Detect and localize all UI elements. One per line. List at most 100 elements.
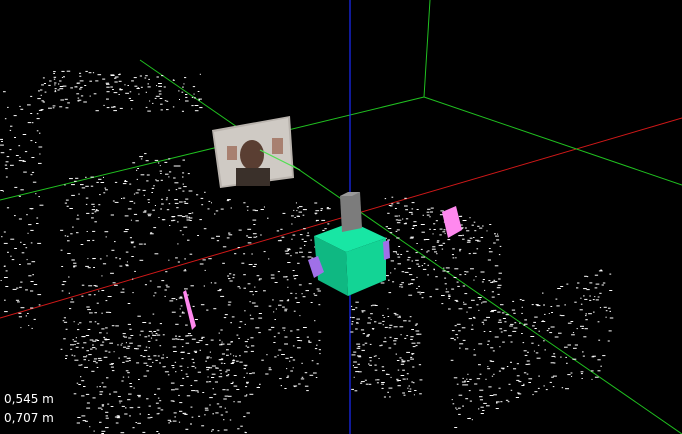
point-cloud-point — [165, 284, 168, 286]
point-cloud-point — [584, 275, 588, 277]
point-cloud-point — [190, 423, 192, 425]
point-cloud-point — [119, 265, 123, 267]
point-cloud-point — [407, 256, 411, 258]
point-cloud-point — [76, 422, 80, 424]
point-cloud-point — [497, 321, 502, 323]
point-cloud-point — [229, 419, 232, 421]
point-cloud-point — [60, 249, 63, 251]
point-cloud-point — [311, 360, 314, 362]
point-cloud-point — [239, 321, 243, 323]
point-cloud-point — [80, 364, 83, 366]
point-cloud-point — [75, 177, 79, 179]
point-cloud-point — [215, 210, 219, 212]
point-cloud-point — [583, 295, 585, 297]
point-cloud-point — [30, 242, 33, 244]
3d-point-cloud-viewport[interactable] — [0, 0, 682, 434]
point-cloud-point — [416, 333, 419, 335]
point-cloud-point — [223, 398, 227, 400]
point-cloud-point — [154, 253, 159, 255]
point-cloud-point — [487, 340, 490, 342]
point-cloud-point — [24, 151, 28, 153]
point-cloud-point — [125, 407, 127, 409]
point-cloud-point — [552, 375, 557, 377]
point-cloud-point — [124, 180, 127, 181]
point-cloud-point — [110, 86, 113, 88]
point-cloud-point — [477, 297, 482, 298]
point-cloud-point — [534, 391, 538, 393]
point-cloud-point — [212, 388, 214, 390]
point-cloud-point — [101, 405, 104, 407]
point-cloud-point — [527, 351, 529, 353]
point-cloud-point — [550, 326, 555, 328]
point-cloud-point — [505, 399, 509, 401]
point-cloud-point — [535, 304, 539, 306]
point-cloud-point — [479, 399, 483, 401]
point-cloud-point — [194, 380, 198, 382]
point-cloud-point — [314, 348, 318, 350]
point-cloud-point — [231, 361, 235, 363]
point-cloud-point — [361, 311, 364, 313]
point-cloud-point — [498, 370, 501, 372]
point-cloud-point — [136, 178, 138, 180]
point-cloud-point — [461, 381, 466, 383]
point-cloud-point — [224, 407, 226, 409]
point-cloud-point — [219, 288, 222, 290]
point-cloud-point — [464, 271, 466, 273]
point-cloud-point — [369, 364, 372, 366]
point-cloud-point — [528, 363, 531, 365]
point-cloud-point — [415, 330, 420, 332]
point-cloud-point — [485, 378, 487, 380]
point-cloud-point — [389, 336, 392, 338]
point-cloud-point — [1, 236, 3, 238]
point-cloud-point — [127, 85, 129, 86]
point-cloud-point — [546, 330, 549, 332]
point-cloud-point — [99, 391, 104, 393]
point-cloud-point — [94, 321, 97, 323]
point-cloud-point — [109, 312, 112, 313]
point-cloud-point — [296, 210, 298, 212]
point-cloud-point — [523, 383, 525, 385]
point-cloud-point — [310, 239, 312, 241]
point-cloud-point — [128, 357, 130, 359]
point-cloud-point — [68, 292, 70, 294]
point-cloud-point — [294, 275, 299, 276]
point-cloud-point — [355, 328, 358, 330]
point-cloud-point — [180, 305, 183, 307]
point-cloud-point — [124, 181, 128, 182]
point-cloud-point — [254, 286, 256, 288]
point-cloud-point — [139, 75, 142, 77]
point-cloud-point — [393, 312, 397, 314]
point-cloud-point — [416, 342, 421, 344]
point-cloud-point — [220, 362, 223, 364]
point-cloud-point — [85, 203, 88, 205]
point-cloud-point — [160, 208, 162, 210]
point-cloud-point — [284, 336, 288, 338]
point-cloud-point — [190, 385, 193, 386]
point-cloud-point — [298, 383, 301, 385]
point-cloud-point — [401, 282, 404, 284]
point-cloud-point — [250, 350, 254, 352]
point-cloud-point — [106, 91, 110, 93]
point-cloud-point — [351, 309, 355, 311]
point-cloud-point — [185, 373, 188, 375]
point-cloud-point — [19, 105, 21, 107]
point-cloud-point — [70, 348, 73, 350]
point-cloud-point — [287, 286, 289, 288]
point-cloud-point — [169, 421, 172, 423]
point-cloud-point — [251, 345, 255, 347]
point-cloud-point — [119, 258, 121, 260]
point-cloud-point — [127, 376, 130, 378]
point-cloud-point — [350, 316, 352, 318]
point-cloud-point — [110, 74, 115, 76]
point-cloud-point — [222, 389, 226, 391]
point-cloud-point — [295, 202, 297, 204]
point-cloud-point — [517, 392, 520, 394]
point-cloud-point — [58, 83, 60, 85]
point-cloud-point — [533, 350, 535, 352]
point-cloud-point — [274, 356, 277, 358]
point-cloud-point — [161, 357, 165, 359]
point-cloud-point — [115, 325, 119, 327]
point-cloud-point — [18, 218, 22, 220]
point-cloud-point — [18, 145, 21, 147]
point-cloud-point — [206, 369, 209, 371]
